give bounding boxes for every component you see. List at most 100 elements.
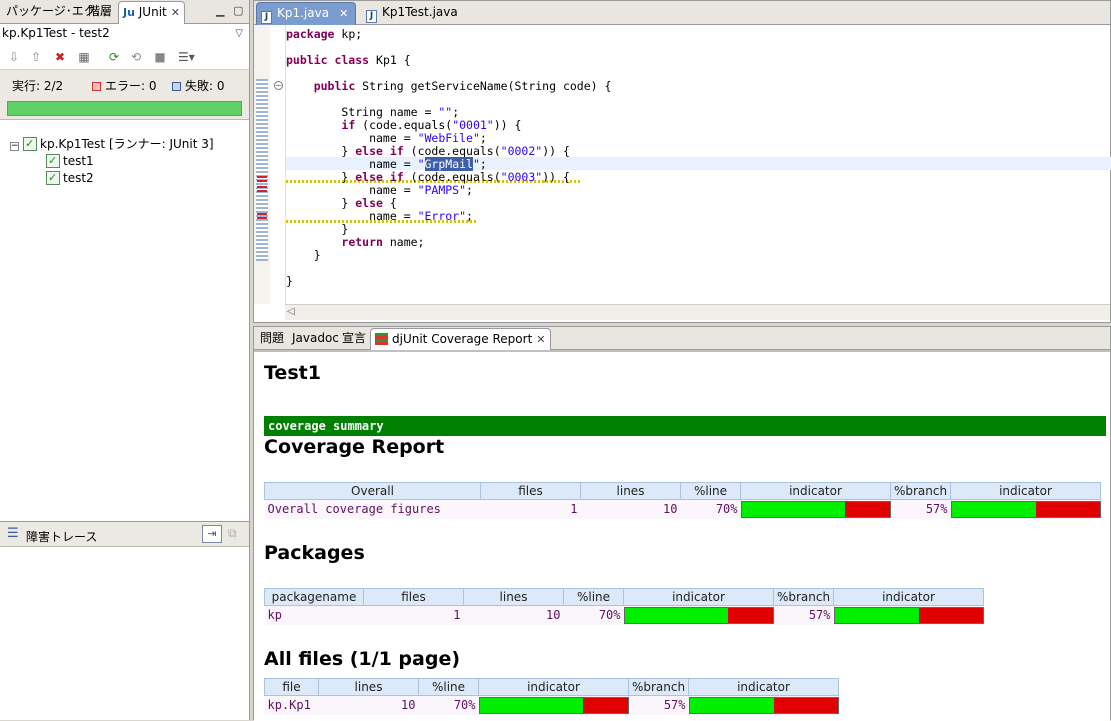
uncovered-marker-icon	[257, 185, 267, 194]
tab-javadoc[interactable]: Javadoc	[288, 328, 343, 350]
code-line-3: public class Kp1 {	[286, 53, 411, 67]
code-line-5: public String getServiceName(String code…	[313, 79, 612, 93]
close-icon[interactable]: ✕	[536, 333, 545, 346]
tree-item-test2[interactable]: test2	[46, 169, 94, 187]
coverage-ruler	[256, 79, 268, 261]
packages-table: packagename files lines %line indicator …	[264, 588, 984, 625]
tab-kp1test-java[interactable]: J Kp1Test.java	[362, 2, 462, 24]
table-row: Overall coverage figures 1 10 70% 57%	[264, 499, 1101, 519]
tab-label: 問題	[260, 331, 285, 345]
branch-indicator-cell	[950, 499, 1101, 519]
fold-collapse-icon[interactable]: −	[274, 81, 283, 90]
tab-declaration[interactable]: 宣言	[338, 328, 370, 350]
bottom-pane: 問題 Javadoc 宣言 djUnit Coverage Report ✕ Te…	[253, 326, 1111, 721]
junit-icon: Ju	[123, 6, 135, 19]
view-menu-icon[interactable]: ▽	[235, 25, 243, 43]
branch-coverage-bar	[833, 606, 984, 624]
tab-label: Kp1.java	[277, 6, 330, 20]
scroll-lock-icon[interactable]: ▦	[76, 49, 92, 65]
bottom-tabbar: 問題 Javadoc 宣言 djUnit Coverage Report ✕	[254, 327, 1110, 352]
filter-stack-icon[interactable]: ⇥	[202, 525, 222, 543]
code-line-20: }	[286, 274, 293, 288]
row-line-pct: 70%	[563, 605, 624, 625]
row-files: 1	[363, 605, 464, 625]
row-line-pct: 70%	[680, 499, 741, 519]
tab-label: Javadoc	[292, 331, 339, 345]
code-area[interactable]: − package kp; public class Kp1 { public …	[254, 25, 1111, 304]
col-branch-indicator: indicator	[688, 678, 839, 696]
coverage-report-icon	[375, 333, 388, 345]
compare-results-icon[interactable]: ⧉	[228, 526, 237, 541]
test-progress-bar	[7, 101, 242, 116]
branch-coverage-bar	[688, 696, 839, 714]
errors-counter: エラー: 0	[92, 77, 157, 94]
show-failures-only-icon[interactable]: ✖	[52, 49, 68, 65]
packages-heading: Packages	[264, 542, 365, 564]
stop-icon[interactable]: ■	[152, 49, 168, 65]
col-files: files	[480, 482, 581, 500]
minimize-icon[interactable]: ▁	[216, 4, 224, 17]
row-lines: 10	[463, 605, 564, 625]
test-ok-icon	[46, 152, 60, 169]
failure-trace-title: 障害トレース	[26, 530, 98, 544]
line-coverage-bar	[478, 696, 629, 714]
tab-junit[interactable]: Ju JUnit ✕	[118, 1, 185, 25]
failure-trace-body	[0, 547, 249, 720]
rerun-test-icon[interactable]: ⟳	[106, 49, 122, 65]
rerun-failed-icon[interactable]: ⟲	[128, 49, 144, 65]
report-title: Test1	[264, 362, 321, 384]
table-row: kp.Kp1 10 70% 57%	[264, 695, 839, 715]
line-coverage-bar	[740, 500, 891, 518]
line-indicator-cell	[740, 499, 891, 519]
col-files: files	[363, 588, 464, 606]
horizontal-scrollbar[interactable]: ◁	[285, 304, 1110, 320]
code-line-1: package kp;	[286, 27, 363, 41]
tab-djunit-coverage[interactable]: djUnit Coverage Report ✕	[370, 328, 551, 352]
row-branch-pct: 57%	[773, 605, 834, 625]
previous-failure-icon[interactable]: ⇧	[28, 49, 44, 65]
next-failure-icon[interactable]: ⇩	[6, 49, 22, 65]
failure-icon	[172, 82, 181, 91]
col-line-indicator: indicator	[478, 678, 629, 696]
error-icon	[92, 82, 101, 91]
tab-kp1-java[interactable]: J Kp1.java ✕	[256, 2, 356, 26]
junit-toolbar: ⇩ ⇧ ✖ ▦ ⟳ ⟲ ■ ☰▾	[0, 44, 249, 70]
tree-item-test1[interactable]: test1	[46, 152, 94, 170]
overall-table: Overall files lines %line indicator %bra…	[264, 482, 1101, 519]
package-link[interactable]: kp	[264, 605, 364, 625]
col-overall: Overall	[264, 482, 481, 500]
tab-label: 階層	[88, 4, 113, 18]
close-icon[interactable]: ✕	[339, 7, 348, 20]
col-branch-indicator: indicator	[950, 482, 1101, 500]
failures-label: 失敗: 0	[185, 79, 225, 93]
history-icon[interactable]: ☰▾	[178, 49, 195, 65]
file-link[interactable]: kp.Kp1	[264, 695, 319, 715]
col-line-pct: %line	[418, 678, 479, 696]
maximize-icon[interactable]: ▢	[233, 4, 243, 17]
tab-label: djUnit Coverage Report	[392, 332, 533, 346]
all-files-heading: All files (1/1 page)	[264, 648, 461, 670]
coverage-summary-link[interactable]: coverage summary	[264, 416, 1106, 436]
col-file: file	[264, 678, 319, 696]
coverage-report: Test1 coverage summary Coverage Report O…	[254, 350, 1110, 721]
test-suite-ok-icon	[23, 135, 37, 152]
collapse-icon[interactable]: −	[10, 142, 19, 151]
java-file-icon: J	[261, 11, 272, 24]
table-header-row: file lines %line indicator %branch indic…	[264, 678, 839, 696]
tree-root[interactable]: − kp.Kp1Test [ランナー: JUnit 3]	[10, 135, 214, 153]
tab-problems[interactable]: 問題	[256, 328, 288, 350]
scroll-left-icon[interactable]: ◁	[287, 306, 295, 317]
left-tabbar: パッケージ･エク... 階層 Ju JUnit ✕ ▁ ▢	[0, 0, 249, 25]
progress-area	[0, 98, 249, 120]
editor-pane: J Kp1.java ✕ J Kp1Test.java − package kp; p…	[253, 0, 1111, 323]
close-icon[interactable]: ✕	[171, 6, 180, 19]
tab-hierarchy[interactable]: 階層	[84, 1, 116, 23]
branch-indicator-cell	[833, 605, 984, 625]
java-file-icon: J	[366, 10, 377, 23]
row-line-pct: 70%	[418, 695, 479, 715]
row-lines: 10	[318, 695, 419, 715]
tab-label: 宣言	[342, 331, 367, 345]
row-branch-pct: 57%	[628, 695, 689, 715]
col-packagename: packagename	[264, 588, 364, 606]
line-indicator-cell	[623, 605, 774, 625]
